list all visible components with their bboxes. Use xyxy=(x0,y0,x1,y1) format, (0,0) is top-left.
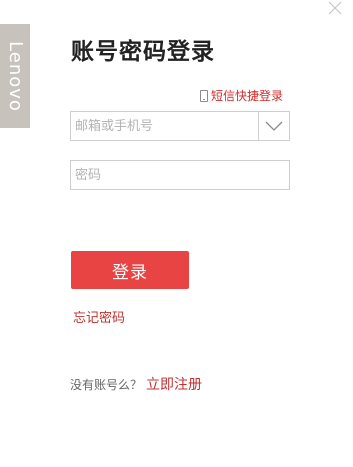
sms-login-label: 短信快捷登录 xyxy=(211,89,284,103)
register-question: 没有账号么？ xyxy=(70,378,143,392)
login-button[interactable]: 登录 xyxy=(71,251,189,289)
account-field xyxy=(70,111,290,141)
register-row: 没有账号么？ 立即注册 xyxy=(70,374,202,394)
login-dialog: Lenovo 账号密码登录 短信快捷登录 登录 忘记密码 没有账号么？ 立即注册 xyxy=(0,0,353,467)
brand-name: Lenovo xyxy=(4,40,26,112)
forgot-password-link[interactable]: 忘记密码 xyxy=(73,307,125,326)
password-input[interactable] xyxy=(71,161,289,189)
password-field xyxy=(70,160,290,190)
close-icon[interactable] xyxy=(327,0,343,16)
sms-login-link[interactable]: 短信快捷登录 xyxy=(200,87,283,104)
account-dropdown-button[interactable] xyxy=(258,112,289,140)
chevron-down-icon xyxy=(265,121,283,131)
account-input[interactable] xyxy=(71,112,259,140)
lenovo-logo: Lenovo xyxy=(0,24,30,128)
register-link[interactable]: 立即注册 xyxy=(146,374,202,394)
page-title: 账号密码登录 xyxy=(71,39,215,65)
phone-icon xyxy=(200,89,208,102)
